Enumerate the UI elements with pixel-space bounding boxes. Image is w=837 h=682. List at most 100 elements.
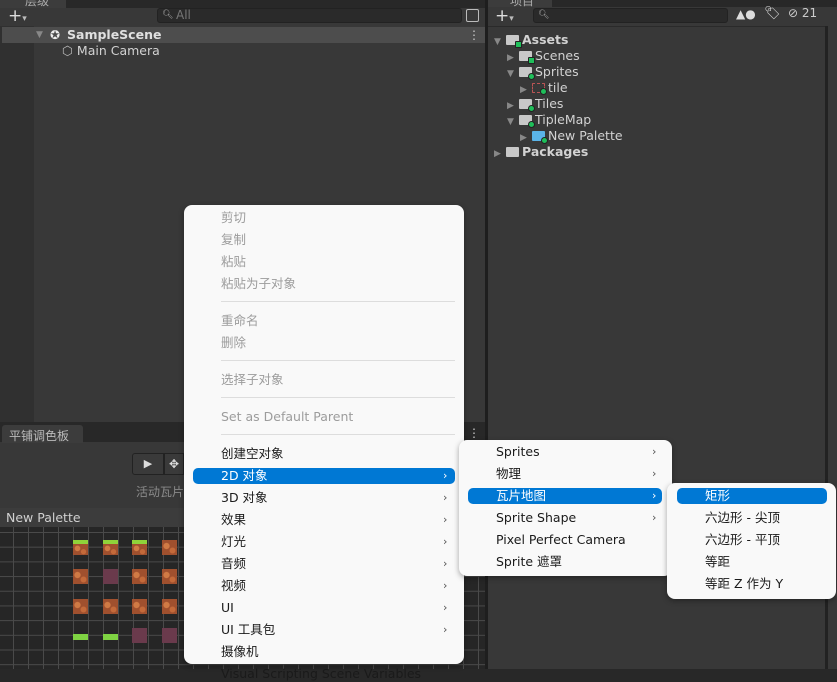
folder-open-icon	[519, 115, 535, 128]
menu-item-摄像机[interactable]: 摄像机	[184, 644, 464, 660]
menu-item-矩形[interactable]: 矩形	[677, 488, 827, 504]
menu-item-3d-对象[interactable]: 3D 对象 ›	[184, 490, 464, 506]
menu-separator	[221, 301, 455, 302]
menu-item-等距-z-作为-y[interactable]: 等距 Z 作为 Y	[667, 576, 836, 592]
menu-item-效果[interactable]: 效果 ›	[184, 512, 464, 528]
tile[interactable]	[162, 599, 177, 614]
menu-item-label: Visual Scripting Scene Variables	[221, 666, 422, 681]
menu-item-label: 重命名	[221, 313, 259, 328]
scene-menu-icon[interactable]: ⋮	[468, 27, 480, 43]
menu-item-label: 3D 对象	[221, 490, 268, 505]
menu-item-删除[interactable]: 删除	[184, 335, 464, 351]
menu-item-瓦片地图[interactable]: 瓦片地图 ›	[468, 488, 662, 504]
search-placeholder: All	[176, 8, 191, 22]
chevron-right-icon: ›	[652, 489, 657, 502]
menu-item-sprites[interactable]: Sprites ›	[459, 444, 672, 460]
chevron-right-icon: ›	[443, 557, 448, 570]
chevron-right-icon: ›	[443, 535, 448, 548]
tile[interactable]	[73, 628, 88, 640]
menu-item-六边形-平顶[interactable]: 六边形 - 平顶	[667, 532, 836, 548]
tile[interactable]	[132, 628, 147, 643]
project-item-sprites[interactable]: ▼ Sprites	[507, 64, 579, 80]
tile[interactable]	[103, 628, 118, 640]
menu-item-粘贴[interactable]: 粘贴	[184, 254, 464, 270]
tile-palette-tab[interactable]: 平铺调色板	[2, 425, 83, 443]
menu-item-剪切[interactable]: 剪切	[184, 210, 464, 226]
chevron-right-icon: ›	[443, 469, 448, 482]
expanded-arrow-icon[interactable]: ▼	[507, 66, 519, 82]
menu-item-label: 删除	[221, 335, 247, 350]
menu-item-set-as-default-parent[interactable]: Set as Default Parent	[184, 409, 464, 425]
expanded-arrow-icon[interactable]: ▼	[494, 34, 506, 50]
menu-item-visual-scripting-scene-variables[interactable]: Visual Scripting Scene Variables	[184, 666, 464, 682]
menu-item-label: UI	[221, 600, 234, 615]
tile[interactable]	[103, 540, 118, 555]
hierarchy-item-main-camera[interactable]: ⬡ Main Camera	[62, 43, 160, 59]
menu-item-pixel-perfect-camera[interactable]: Pixel Perfect Camera	[459, 532, 672, 548]
project-item-new-palette[interactable]: ▶ New Palette	[520, 128, 623, 144]
project-item-scenes[interactable]: ▶ Scenes	[507, 48, 580, 64]
menu-item-label: Pixel Perfect Camera	[496, 532, 626, 547]
submenu-tilemap: 矩形六边形 - 尖顶 六边形 - 平顶 等距等距 Z 作为 Y	[667, 483, 836, 599]
menu-item-灯光[interactable]: 灯光 ›	[184, 534, 464, 550]
menu-item-创建空对象[interactable]: 创建空对象	[184, 446, 464, 462]
tile[interactable]	[162, 540, 177, 555]
tile[interactable]	[132, 569, 147, 584]
menu-separator	[221, 397, 455, 398]
chevron-right-icon: ›	[652, 467, 657, 480]
tile[interactable]	[73, 599, 88, 614]
item-label: TipleMap	[535, 112, 592, 127]
chevron-right-icon: ›	[443, 579, 448, 592]
menu-item-sprite-shape[interactable]: Sprite Shape ›	[459, 510, 672, 526]
search-by-label-icon[interactable]: 🏷︎	[764, 6, 781, 21]
scene-search-toggle-icon[interactable]	[466, 9, 479, 22]
tile[interactable]	[132, 540, 147, 555]
project-item-tile[interactable]: ▶ tile	[520, 80, 568, 96]
search-by-type-icon[interactable]: ▲●	[736, 7, 756, 21]
menu-item-音频[interactable]: 音频 ›	[184, 556, 464, 572]
project-item-tiplemap[interactable]: ▼ TipleMap	[507, 112, 591, 128]
tile[interactable]	[103, 599, 118, 614]
submenu-2d-object: Sprites › 物理 › 瓦片地图 › Sprite Shape › Pixel Perfe…	[459, 440, 672, 576]
add-button[interactable]: +▾	[8, 8, 27, 26]
hierarchy-search-input[interactable]: 🔍︎ All	[157, 8, 462, 23]
menu-separator	[221, 434, 455, 435]
select-tool-button[interactable]: ▶	[132, 453, 164, 475]
create-button[interactable]: +▾	[495, 8, 514, 26]
menu-item-2d-对象[interactable]: 2D 对象 ›	[193, 468, 455, 484]
chevron-right-icon: ›	[443, 623, 448, 636]
collapsed-arrow-icon[interactable]: ▶	[494, 146, 506, 162]
panel-menu-icon[interactable]: ⋮	[468, 426, 480, 440]
menu-item-sprite-遮罩[interactable]: Sprite 遮罩	[459, 554, 672, 570]
project-item-assets[interactable]: ▼ Assets	[494, 32, 568, 48]
menu-item-复制[interactable]: 复制	[184, 232, 464, 248]
project-search-input[interactable]: 🔍︎	[533, 8, 728, 23]
menu-item-六边形-尖顶[interactable]: 六边形 - 尖顶	[667, 510, 836, 526]
move-tool-button[interactable]: ✥	[164, 453, 184, 475]
menu-item-选择子对象[interactable]: 选择子对象	[184, 372, 464, 388]
tile[interactable]	[73, 540, 88, 555]
hidden-packages-toggle[interactable]: ⊘ 21	[788, 6, 817, 20]
tile[interactable]	[73, 569, 88, 584]
menu-item-ui-工具包[interactable]: UI 工具包 ›	[184, 622, 464, 638]
expanded-arrow-icon[interactable]: ▼	[507, 114, 519, 130]
tile[interactable]	[162, 569, 177, 584]
added-badge-icon	[528, 105, 535, 112]
scene-row[interactable]: ▼ ✪ SampleScene ⋮	[2, 27, 485, 43]
menu-item-等距[interactable]: 等距	[667, 554, 836, 570]
menu-item-ui[interactable]: UI ›	[184, 600, 464, 616]
tile[interactable]	[103, 569, 118, 584]
search-icon: 🔍︎	[162, 10, 174, 20]
menu-item-粘贴为子对象[interactable]: 粘贴为子对象	[184, 276, 464, 292]
menu-item-重命名[interactable]: 重命名	[184, 313, 464, 329]
menu-item-物理[interactable]: 物理 ›	[459, 466, 672, 482]
modified-badge-icon	[528, 57, 535, 64]
project-item-packages[interactable]: ▶ Packages	[494, 144, 588, 160]
active-tilemap-label: 活动瓦片	[136, 485, 185, 499]
project-item-tiles[interactable]: ▶ Tiles	[507, 96, 563, 112]
menu-item-视频[interactable]: 视频 ›	[184, 578, 464, 594]
tile[interactable]	[132, 599, 147, 614]
expand-arrow-icon[interactable]: ▼	[36, 27, 43, 43]
modified-badge-icon	[515, 41, 522, 48]
tile[interactable]	[162, 628, 177, 643]
